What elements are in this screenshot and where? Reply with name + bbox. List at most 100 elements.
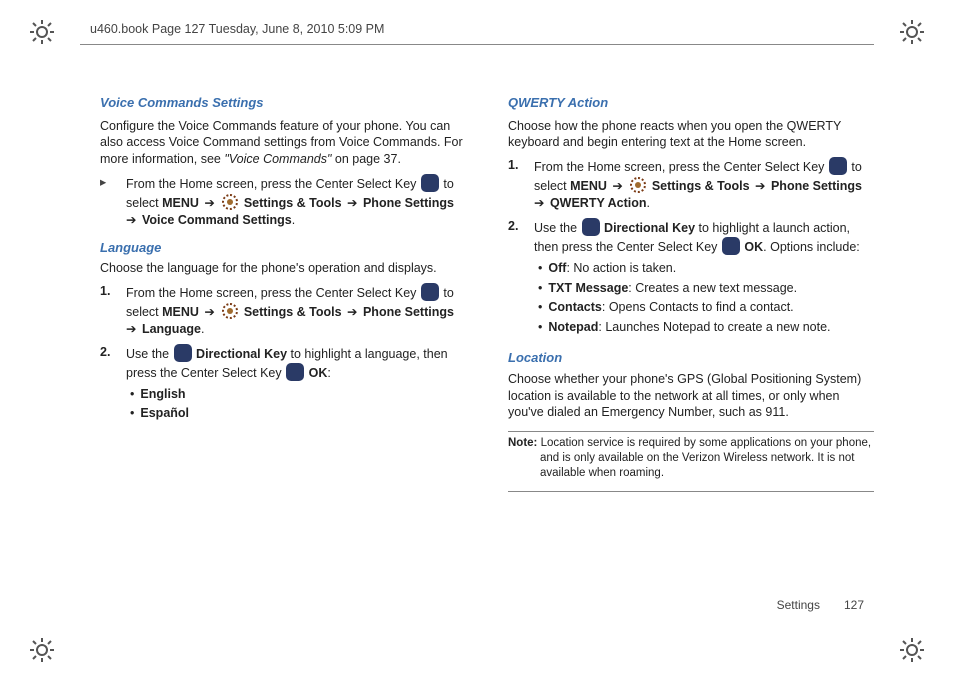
phone-settings-label: Phone Settings — [363, 196, 454, 210]
settings-tools-label: Settings & Tools — [240, 196, 341, 210]
footer-section: Settings — [777, 598, 820, 612]
language-step-1-body: From the Home screen, press the Center S… — [126, 283, 466, 338]
option-espanol: Español — [130, 405, 466, 422]
option-off: Off: No action is taken. — [538, 260, 874, 277]
center-select-key-icon — [421, 174, 439, 192]
location-intro: Choose whether your phone's GPS (Global … — [508, 371, 874, 422]
qwerty-action-title: QWERTY Action — [508, 94, 874, 112]
language-item-label: Language — [142, 322, 201, 336]
option-contacts: Contacts: Opens Contacts to find a conta… — [538, 299, 874, 316]
right-column: QWERTY Action Choose how the phone react… — [508, 90, 874, 496]
left-column: Voice Commands Settings Configure the Vo… — [100, 90, 466, 496]
off-label: Off — [548, 261, 566, 275]
txt-label: TXT Message — [548, 281, 628, 295]
language-options: English Español — [130, 386, 466, 423]
settings-icon — [221, 302, 239, 320]
phone-settings-label: Phone Settings — [771, 179, 862, 193]
arrow-2: ➔ — [344, 196, 361, 210]
qwerty-step-2: 2. Use the Directional Key to highlight … — [508, 218, 874, 339]
settings-tools-label: Settings & Tools — [648, 179, 749, 193]
qwerty-step-2-body: Use the Directional Key to highlight a l… — [534, 218, 874, 339]
step2-a: Use the — [126, 347, 173, 361]
step2-c: . Options include: — [763, 240, 860, 254]
menu-label: MENU — [570, 179, 607, 193]
footer-page: 127 — [844, 598, 864, 612]
qwerty-options: Off: No action is taken. TXT Message: Cr… — [538, 260, 874, 337]
voice-cmd-settings-label: Voice Command Settings — [142, 213, 292, 227]
arrow-1: ➔ — [201, 305, 218, 319]
page-footer: Settings 127 — [777, 598, 864, 612]
arrow-1: ➔ — [609, 179, 626, 193]
menu-label: MENU — [162, 305, 199, 319]
step-number-1: 1. — [100, 283, 126, 338]
location-title: Location — [508, 349, 874, 367]
corner-gear-top-right — [900, 20, 924, 44]
center-select-key-icon — [286, 363, 304, 381]
notepad-desc: : Launches Notepad to create a new note. — [598, 320, 830, 334]
contacts-label: Contacts — [548, 300, 601, 314]
header-rule — [80, 44, 874, 45]
option-notepad: Notepad: Launches Notepad to create a ne… — [538, 319, 874, 336]
ok-label: OK — [744, 240, 763, 254]
step-number-2: 2. — [508, 218, 534, 339]
qwerty-step-1: 1. From the Home screen, press the Cente… — [508, 157, 874, 212]
qwerty-step1-lead: From the Home screen, press the Center S… — [534, 160, 828, 174]
contacts-desc: : Opens Contacts to find a contact. — [602, 300, 794, 314]
voice-reference: "Voice Commands" — [224, 152, 331, 166]
ok-label: OK — [309, 366, 328, 380]
note-label: Note: — [508, 437, 537, 449]
lang-step1-lead: From the Home screen, press the Center S… — [126, 286, 420, 300]
note-text: Location service is required by some app… — [537, 437, 871, 479]
corner-gear-bottom-right — [900, 638, 924, 662]
language-step-2: 2. Use the Directional Key to highlight … — [100, 344, 466, 426]
page-header: u460.book Page 127 Tuesday, June 8, 2010… — [90, 22, 384, 36]
language-step-1: 1. From the Home screen, press the Cente… — [100, 283, 466, 338]
step-number-2: 2. — [100, 344, 126, 426]
phone-settings-label: Phone Settings — [363, 305, 454, 319]
directional-key-icon — [582, 218, 600, 236]
voice-ref-tail: on page 37. — [331, 152, 401, 166]
center-select-key-icon — [421, 283, 439, 301]
arrow-3: ➔ — [126, 213, 140, 227]
location-note: Note: Location service is required by so… — [508, 436, 874, 481]
note-rule-top — [508, 431, 874, 432]
espanol-label: Español — [140, 406, 189, 420]
qwerty-step-1-body: From the Home screen, press the Center S… — [534, 157, 874, 212]
arrow-1: ➔ — [201, 196, 218, 210]
voice-step-body: From the Home screen, press the Center S… — [126, 174, 466, 229]
voice-step-lead: From the Home screen, press the Center S… — [126, 177, 420, 191]
arrow-3: ➔ — [126, 322, 140, 336]
arrow-2: ➔ — [752, 179, 769, 193]
option-txt: TXT Message: Creates a new text message. — [538, 280, 874, 297]
arrow-2: ➔ — [344, 305, 361, 319]
notepad-label: Notepad — [548, 320, 598, 334]
corner-gear-bottom-left — [30, 638, 54, 662]
step2-a: Use the — [534, 221, 581, 235]
center-select-key-icon — [722, 237, 740, 255]
settings-icon — [629, 176, 647, 194]
directional-key-label: Directional Key — [604, 221, 695, 235]
settings-tools-label: Settings & Tools — [240, 305, 341, 319]
language-step-2-body: Use the Directional Key to highlight a l… — [126, 344, 466, 426]
settings-icon — [221, 193, 239, 211]
arrow-3: ➔ — [534, 196, 548, 210]
directional-key-icon — [174, 344, 192, 362]
option-english: English — [130, 386, 466, 403]
language-title: Language — [100, 239, 466, 257]
menu-label: MENU — [162, 196, 199, 210]
step-number-1: 1. — [508, 157, 534, 212]
voice-step: From the Home screen, press the Center S… — [100, 174, 466, 229]
directional-key-label: Directional Key — [196, 347, 287, 361]
off-desc: : No action is taken. — [566, 261, 676, 275]
english-label: English — [140, 387, 185, 401]
center-select-key-icon — [829, 157, 847, 175]
txt-desc: : Creates a new text message. — [628, 281, 797, 295]
note-rule-bottom — [508, 491, 874, 492]
step-arrow-icon — [100, 174, 126, 229]
voice-commands-intro: Configure the Voice Commands feature of … — [100, 118, 466, 169]
language-intro: Choose the language for the phone's oper… — [100, 260, 466, 277]
voice-commands-title: Voice Commands Settings — [100, 94, 466, 112]
qwerty-intro: Choose how the phone reacts when you ope… — [508, 118, 874, 152]
corner-gear-top-left — [30, 20, 54, 44]
qwerty-action-label: QWERTY Action — [550, 196, 647, 210]
